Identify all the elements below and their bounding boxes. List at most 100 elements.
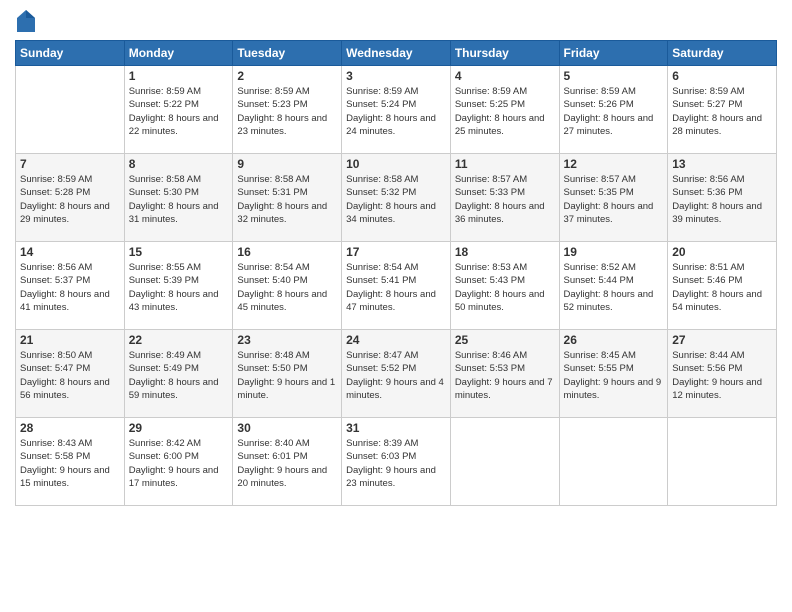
calendar-cell: 25Sunrise: 8:46 AMSunset: 5:53 PMDayligh… xyxy=(450,330,559,418)
calendar-cell: 9 Sunrise: 8:58 AMSunset: 5:31 PMDaylight… xyxy=(233,154,342,242)
calendar-week-row: 1Sunrise: 8:59 AMSunset: 5:22 PMDaylight… xyxy=(16,66,777,154)
calendar-cell: 3 Sunrise: 8:59 AMSunset: 5:24 PMDaylight… xyxy=(342,66,451,154)
day-number: 27 xyxy=(672,333,772,347)
day-info: Sunrise: 8:49 AMSunset: 5:49 PMDaylight:… xyxy=(129,349,229,402)
calendar-week-row: 21 Sunrise: 8:50 AMSunset: 5:47 PMDayligh… xyxy=(16,330,777,418)
calendar-cell: 30 Sunrise: 8:40 AMSunset: 6:01 PMDayligh… xyxy=(233,418,342,506)
calendar-cell xyxy=(16,66,125,154)
day-info: Sunrise: 8:40 AMSunset: 6:01 PMDaylight:… xyxy=(237,437,337,490)
day-number: 10 xyxy=(346,157,446,171)
calendar-header-sunday: Sunday xyxy=(16,41,125,66)
calendar-header-tuesday: Tuesday xyxy=(233,41,342,66)
calendar-week-row: 28 Sunrise: 8:43 AMSunset: 5:58 PMDayligh… xyxy=(16,418,777,506)
calendar-cell xyxy=(450,418,559,506)
day-info: Sunrise: 8:54 AMSunset: 5:40 PMDaylight:… xyxy=(237,261,337,314)
day-number: 16 xyxy=(237,245,337,259)
calendar-cell: 6 Sunrise: 8:59 AMSunset: 5:27 PMDaylight… xyxy=(668,66,777,154)
calendar-cell: 31 Sunrise: 8:39 AMSunset: 6:03 PMDayligh… xyxy=(342,418,451,506)
day-info: Sunrise: 8:56 AMSunset: 5:36 PMDaylight:… xyxy=(672,173,772,226)
calendar-cell: 26 Sunrise: 8:45 AMSunset: 5:55 PMDayligh… xyxy=(559,330,668,418)
day-number: 11 xyxy=(455,157,555,171)
day-info: Sunrise: 8:44 AMSunset: 5:56 PMDaylight:… xyxy=(672,349,772,402)
day-info: Sunrise: 8:53 AMSunset: 5:43 PMDaylight:… xyxy=(455,261,555,314)
day-info: Sunrise: 8:58 AMSunset: 5:31 PMDaylight:… xyxy=(237,173,337,226)
header xyxy=(15,10,777,32)
day-info: Sunrise: 8:51 AMSunset: 5:46 PMDaylight:… xyxy=(672,261,772,314)
day-info: Sunrise: 8:55 AMSunset: 5:39 PMDaylight:… xyxy=(129,261,229,314)
calendar-header-friday: Friday xyxy=(559,41,668,66)
day-number: 26 xyxy=(564,333,664,347)
day-info: Sunrise: 8:48 AMSunset: 5:50 PMDaylight:… xyxy=(237,349,337,402)
day-number: 13 xyxy=(672,157,772,171)
calendar: SundayMondayTuesdayWednesdayThursdayFrid… xyxy=(15,40,777,506)
day-info: Sunrise: 8:58 AMSunset: 5:30 PMDaylight:… xyxy=(129,173,229,226)
day-number: 7 xyxy=(20,157,120,171)
day-info: Sunrise: 8:59 AMSunset: 5:23 PMDaylight:… xyxy=(237,85,337,138)
calendar-cell: 20Sunrise: 8:51 AMSunset: 5:46 PMDayligh… xyxy=(668,242,777,330)
calendar-cell: 4 Sunrise: 8:59 AMSunset: 5:25 PMDaylight… xyxy=(450,66,559,154)
calendar-cell: 7Sunrise: 8:59 AMSunset: 5:28 PMDaylight… xyxy=(16,154,125,242)
day-number: 15 xyxy=(129,245,229,259)
calendar-cell: 24Sunrise: 8:47 AMSunset: 5:52 PMDayligh… xyxy=(342,330,451,418)
day-number: 18 xyxy=(455,245,555,259)
day-number: 14 xyxy=(20,245,120,259)
day-info: Sunrise: 8:50 AMSunset: 5:47 PMDaylight:… xyxy=(20,349,120,402)
day-number: 28 xyxy=(20,421,120,435)
calendar-cell: 16 Sunrise: 8:54 AMSunset: 5:40 PMDayligh… xyxy=(233,242,342,330)
calendar-cell: 18 Sunrise: 8:53 AMSunset: 5:43 PMDayligh… xyxy=(450,242,559,330)
calendar-week-row: 14Sunrise: 8:56 AMSunset: 5:37 PMDayligh… xyxy=(16,242,777,330)
day-number: 3 xyxy=(346,69,446,83)
day-info: Sunrise: 8:59 AMSunset: 5:25 PMDaylight:… xyxy=(455,85,555,138)
calendar-cell: 12Sunrise: 8:57 AMSunset: 5:35 PMDayligh… xyxy=(559,154,668,242)
calendar-cell: 15 Sunrise: 8:55 AMSunset: 5:39 PMDayligh… xyxy=(124,242,233,330)
calendar-cell: 14Sunrise: 8:56 AMSunset: 5:37 PMDayligh… xyxy=(16,242,125,330)
page: SundayMondayTuesdayWednesdayThursdayFrid… xyxy=(0,0,792,612)
day-number: 17 xyxy=(346,245,446,259)
day-number: 5 xyxy=(564,69,664,83)
calendar-header-row: SundayMondayTuesdayWednesdayThursdayFrid… xyxy=(16,41,777,66)
day-number: 23 xyxy=(237,333,337,347)
day-info: Sunrise: 8:59 AMSunset: 5:26 PMDaylight:… xyxy=(564,85,664,138)
day-number: 19 xyxy=(564,245,664,259)
day-info: Sunrise: 8:59 AMSunset: 5:27 PMDaylight:… xyxy=(672,85,772,138)
day-number: 30 xyxy=(237,421,337,435)
calendar-header-saturday: Saturday xyxy=(668,41,777,66)
calendar-cell: 8Sunrise: 8:58 AMSunset: 5:30 PMDaylight… xyxy=(124,154,233,242)
calendar-cell: 2Sunrise: 8:59 AMSunset: 5:23 PMDaylight… xyxy=(233,66,342,154)
day-number: 9 xyxy=(237,157,337,171)
day-info: Sunrise: 8:39 AMSunset: 6:03 PMDaylight:… xyxy=(346,437,446,490)
calendar-cell: 11 Sunrise: 8:57 AMSunset: 5:33 PMDayligh… xyxy=(450,154,559,242)
calendar-header-thursday: Thursday xyxy=(450,41,559,66)
day-info: Sunrise: 8:57 AMSunset: 5:35 PMDaylight:… xyxy=(564,173,664,226)
day-info: Sunrise: 8:47 AMSunset: 5:52 PMDaylight:… xyxy=(346,349,446,402)
calendar-header-monday: Monday xyxy=(124,41,233,66)
day-info: Sunrise: 8:57 AMSunset: 5:33 PMDaylight:… xyxy=(455,173,555,226)
calendar-cell: 10Sunrise: 8:58 AMSunset: 5:32 PMDayligh… xyxy=(342,154,451,242)
day-number: 29 xyxy=(129,421,229,435)
day-info: Sunrise: 8:59 AMSunset: 5:22 PMDaylight:… xyxy=(129,85,229,138)
calendar-cell: 21 Sunrise: 8:50 AMSunset: 5:47 PMDayligh… xyxy=(16,330,125,418)
day-info: Sunrise: 8:59 AMSunset: 5:24 PMDaylight:… xyxy=(346,85,446,138)
calendar-cell: 27 Sunrise: 8:44 AMSunset: 5:56 PMDayligh… xyxy=(668,330,777,418)
calendar-cell: 29 Sunrise: 8:42 AMSunset: 6:00 PMDayligh… xyxy=(124,418,233,506)
day-info: Sunrise: 8:45 AMSunset: 5:55 PMDaylight:… xyxy=(564,349,664,402)
day-number: 21 xyxy=(20,333,120,347)
calendar-cell: 28 Sunrise: 8:43 AMSunset: 5:58 PMDayligh… xyxy=(16,418,125,506)
day-info: Sunrise: 8:42 AMSunset: 6:00 PMDaylight:… xyxy=(129,437,229,490)
day-number: 22 xyxy=(129,333,229,347)
day-number: 4 xyxy=(455,69,555,83)
calendar-cell: 19 Sunrise: 8:52 AMSunset: 5:44 PMDayligh… xyxy=(559,242,668,330)
calendar-cell: 13 Sunrise: 8:56 AMSunset: 5:36 PMDayligh… xyxy=(668,154,777,242)
calendar-cell: 1Sunrise: 8:59 AMSunset: 5:22 PMDaylight… xyxy=(124,66,233,154)
day-info: Sunrise: 8:52 AMSunset: 5:44 PMDaylight:… xyxy=(564,261,664,314)
calendar-cell: 5 Sunrise: 8:59 AMSunset: 5:26 PMDaylight… xyxy=(559,66,668,154)
calendar-week-row: 7Sunrise: 8:59 AMSunset: 5:28 PMDaylight… xyxy=(16,154,777,242)
day-info: Sunrise: 8:54 AMSunset: 5:41 PMDaylight:… xyxy=(346,261,446,314)
calendar-cell: 22 Sunrise: 8:49 AMSunset: 5:49 PMDayligh… xyxy=(124,330,233,418)
day-number: 6 xyxy=(672,69,772,83)
calendar-cell: 23 Sunrise: 8:48 AMSunset: 5:50 PMDayligh… xyxy=(233,330,342,418)
logo-icon xyxy=(17,10,35,32)
calendar-cell xyxy=(559,418,668,506)
day-info: Sunrise: 8:43 AMSunset: 5:58 PMDaylight:… xyxy=(20,437,120,490)
day-number: 31 xyxy=(346,421,446,435)
